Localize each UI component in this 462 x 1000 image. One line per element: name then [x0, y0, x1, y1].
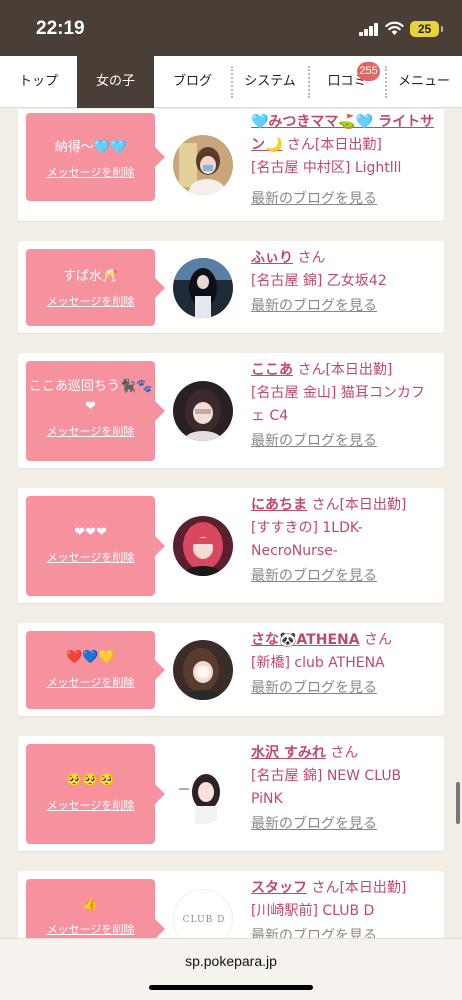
latest-blog-link[interactable]: 最新のブログを見る	[251, 677, 437, 700]
girl-card: すば水🥂 メッセージを削除 ふぃり さん [名古屋 錦] 乙女坂42 最新のブロ…	[18, 241, 444, 333]
tab-system[interactable]: システム	[232, 56, 308, 108]
shop-name: [名古屋 錦] 乙女坂42	[251, 273, 387, 289]
girl-info: スタッフ さん[本日出勤] [川崎駅前] CLUB D 最新のブログを見る	[251, 877, 437, 938]
girl-name-link[interactable]: スタッフ	[251, 880, 307, 896]
status-bar: 22:19 25	[0, 0, 462, 56]
girl-name-link[interactable]: にあちま	[251, 497, 307, 513]
tab-menu[interactable]: メニュー	[386, 56, 462, 108]
shop-name: [すすきの] 1LDK-NecroNurse-	[251, 520, 363, 559]
battery-indicator: 25	[410, 21, 443, 37]
latest-blog-link[interactable]: 最新のブログを見る	[251, 813, 437, 836]
girl-info: にあちま さん[本日出勤] [すすきの] 1LDK-NecroNurse- 最新…	[251, 494, 437, 588]
delete-message-link[interactable]: メッセージを削除	[26, 164, 155, 180]
scroll-indicator[interactable]	[456, 782, 460, 824]
shop-name: [川崎駅前] CLUB D	[251, 903, 375, 919]
shop-name: [名古屋 錦] NEW CLUB PiNK	[251, 768, 402, 807]
home-indicator[interactable]	[149, 985, 313, 990]
message-text: 👍	[82, 897, 99, 912]
girl-status: さん	[330, 745, 359, 761]
reviews-count-badge: 255	[357, 62, 380, 81]
tab-blog[interactable]: ブログ	[154, 56, 231, 108]
message-text: 納得〜🩵🩵	[54, 140, 127, 155]
latest-blog-link[interactable]: 最新のブログを見る	[251, 925, 437, 938]
girl-name-link[interactable]: ふぃり	[251, 250, 293, 266]
message-bubble: 🥺🥺🥺 メッセージを削除	[26, 744, 165, 844]
girl-name-link[interactable]: 水沢 すみれ	[251, 745, 326, 761]
delete-message-link[interactable]: メッセージを削除	[26, 549, 155, 565]
girl-card: ❤️💙💛 メッセージを削除 さな🐼ATHENA さん [新橋] club ATH…	[18, 623, 444, 716]
girl-status: さん	[364, 632, 393, 648]
avatar[interactable]	[173, 764, 233, 824]
avatar[interactable]	[173, 516, 233, 576]
girl-info: 🩵みつきママ⛳🩵 ライトサン🌙 さん[本日出勤] [名古屋 中村区] Light…	[251, 111, 437, 211]
address-url[interactable]: sp.pokepara.jp	[0, 953, 462, 969]
message-text: ❤❤❤	[74, 525, 107, 540]
delete-message-link[interactable]: メッセージを削除	[26, 921, 155, 937]
delete-message-link[interactable]: メッセージを削除	[26, 797, 155, 813]
shop-name: [新橋] club ATHENA	[251, 655, 385, 671]
girl-card: ここあ巡回ちう🐈‍⬛🐾❤ メッセージを削除 ここあ さん[本日出勤] [名古屋 …	[18, 353, 444, 468]
girl-status: さん[本日出勤]	[286, 137, 382, 153]
message-bubble: ❤❤❤ メッセージを削除	[26, 496, 165, 596]
girl-status: さん[本日出勤]	[297, 362, 393, 378]
girl-status: さん	[297, 250, 326, 266]
status-time: 22:19	[36, 18, 85, 39]
message-text: ❤️💙💛	[66, 650, 115, 665]
message-bubble: 納得〜🩵🩵 メッセージを削除	[26, 113, 165, 201]
girl-card: 納得〜🩵🩵 メッセージを削除 🩵みつきママ⛳🩵 ライトサン🌙 さん[本日出勤] …	[18, 109, 444, 221]
girl-name-link[interactable]: さな🐼ATHENA	[251, 632, 360, 648]
message-text: 🥺🥺🥺	[66, 773, 115, 788]
shop-name: [名古屋 金山] 猫耳コンカフェ C4	[251, 385, 425, 424]
delete-message-link[interactable]: メッセージを削除	[26, 423, 155, 439]
message-text: ここあ巡回ちう🐈‍⬛🐾❤	[28, 379, 153, 414]
latest-blog-link[interactable]: 最新のブログを見る	[251, 295, 437, 318]
girl-status: さん[本日出勤]	[311, 880, 407, 896]
girl-name-link[interactable]: ここあ	[251, 362, 293, 378]
avatar[interactable]: CLUB D	[173, 889, 233, 938]
tab-girls[interactable]: 女の子	[77, 56, 154, 108]
delete-message-link[interactable]: メッセージを削除	[26, 293, 155, 309]
avatar[interactable]	[173, 640, 233, 700]
shop-name: [名古屋 中村区] Lightlll	[251, 160, 402, 176]
cellular-signal-icon	[359, 23, 379, 36]
club-d-logo: CLUB D	[182, 915, 226, 925]
avatar[interactable]	[173, 258, 233, 318]
girl-info: ここあ さん[本日出勤] [名古屋 金山] 猫耳コンカフェ C4 最新のブログを…	[251, 359, 437, 453]
tab-top[interactable]: トップ	[0, 56, 77, 108]
girl-info: ふぃり さん [名古屋 錦] 乙女坂42 最新のブログを見る	[251, 247, 437, 318]
tab-navigation: トップ 女の子 ブログ システム 口コミ 255 メニュー	[0, 56, 462, 108]
girl-card: 👍 メッセージを削除 CLUB D スタッフ さん[本日出勤] [川崎駅前] C…	[18, 871, 444, 938]
message-bubble: ここあ巡回ちう🐈‍⬛🐾❤ メッセージを削除	[26, 361, 165, 461]
delete-message-link[interactable]: メッセージを削除	[26, 674, 155, 690]
avatar[interactable]	[173, 381, 233, 441]
latest-blog-link[interactable]: 最新のブログを見る	[251, 188, 437, 211]
favorite-girls-list: 納得〜🩵🩵 メッセージを削除 🩵みつきママ⛳🩵 ライトサン🌙 さん[本日出勤] …	[0, 109, 462, 938]
message-bubble: ❤️💙💛 メッセージを削除	[26, 631, 165, 709]
message-text: すば水🥂	[62, 269, 119, 284]
girl-info: 水沢 すみれ さん [名古屋 錦] NEW CLUB PiNK 最新のブログを見…	[251, 742, 437, 836]
wifi-icon	[385, 21, 404, 35]
girl-card: ❤❤❤ メッセージを削除 にあちま さん[本日出勤] [すすきの] 1LDK-N…	[18, 488, 444, 603]
latest-blog-link[interactable]: 最新のブログを見る	[251, 565, 437, 588]
latest-blog-link[interactable]: 最新のブログを見る	[251, 430, 437, 453]
girl-card: 🥺🥺🥺 メッセージを削除 水沢 すみれ さん [名古屋 錦] NEW CLUB …	[18, 736, 444, 851]
browser-address-bar[interactable]: sp.pokepara.jp	[0, 938, 462, 1000]
message-bubble: 👍 メッセージを削除	[26, 879, 165, 938]
girl-status: さん[本日出勤]	[311, 497, 407, 513]
girl-info: さな🐼ATHENA さん [新橋] club ATHENA 最新のブログを見る	[251, 629, 437, 700]
message-bubble: すば水🥂 メッセージを削除	[26, 249, 165, 326]
avatar[interactable]	[173, 135, 233, 195]
